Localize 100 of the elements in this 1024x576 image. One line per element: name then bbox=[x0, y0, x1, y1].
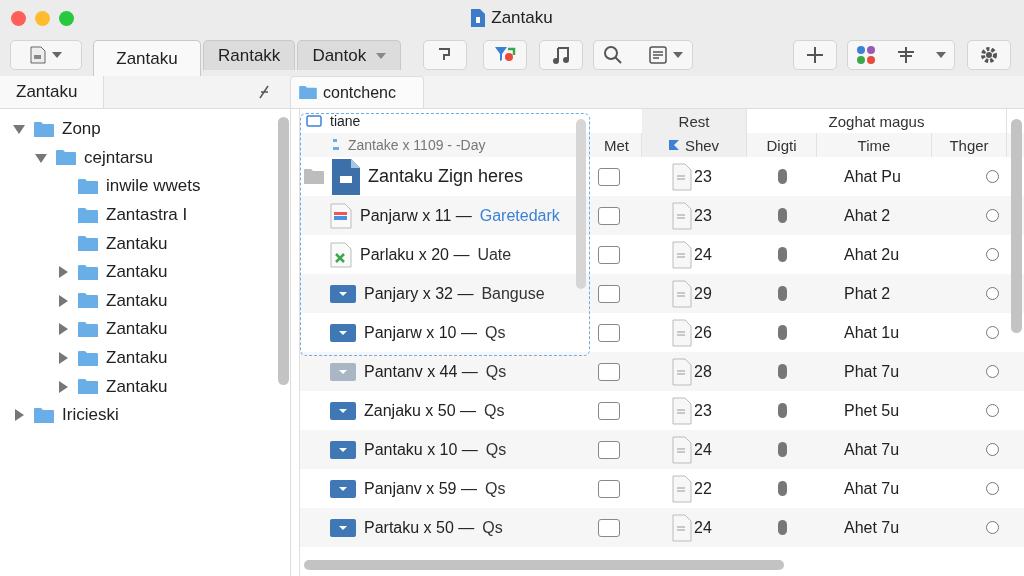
table-cell: Ahat 7u bbox=[844, 479, 900, 498]
add-button[interactable] bbox=[793, 40, 838, 70]
tree-item[interactable]: Zantaku bbox=[106, 290, 168, 311]
file-name[interactable]: Zanjaku x 50 — bbox=[364, 401, 477, 420]
tab[interactable]: Rantakk bbox=[203, 40, 296, 70]
tree-item[interactable]: Zantaku bbox=[106, 348, 168, 369]
table-cell: Ahat Pu bbox=[844, 167, 901, 186]
file-detail[interactable]: Qs bbox=[484, 323, 506, 342]
checkbox[interactable] bbox=[598, 323, 620, 342]
checkbox[interactable] bbox=[598, 167, 620, 186]
table-cell: Phat 7u bbox=[844, 362, 900, 381]
radio-button[interactable] bbox=[986, 248, 999, 261]
tab[interactable]: Dantok bbox=[297, 40, 402, 70]
file-detail[interactable]: Qs bbox=[484, 479, 506, 498]
filter-button[interactable] bbox=[483, 40, 528, 70]
radio-button[interactable] bbox=[986, 404, 999, 417]
status-pill-icon bbox=[777, 208, 787, 223]
collapsed-arrow-icon[interactable] bbox=[56, 379, 70, 394]
file-name[interactable]: Pantaku x 10 — bbox=[364, 440, 478, 459]
tree-item[interactable]: Zantaku bbox=[106, 262, 168, 283]
checkbox[interactable] bbox=[598, 362, 620, 381]
radio-button[interactable] bbox=[986, 521, 999, 534]
file-name[interactable]: Pantanv x 44 — bbox=[364, 362, 478, 381]
checkbox[interactable] bbox=[598, 479, 620, 498]
file-name[interactable]: Zantaku Zign heres bbox=[368, 166, 524, 187]
tree-item[interactable]: Zantastra I bbox=[106, 205, 188, 226]
table-cell: Ahat 2u bbox=[844, 245, 900, 264]
checkbox[interactable] bbox=[598, 206, 620, 225]
table-cell: 29 bbox=[694, 284, 712, 303]
apps-and-tools-button[interactable] bbox=[847, 40, 956, 70]
radio-button[interactable] bbox=[986, 443, 999, 456]
scrollbar[interactable] bbox=[1011, 119, 1022, 333]
checkbox[interactable] bbox=[598, 245, 620, 264]
tree-item[interactable]: Zantaku bbox=[106, 319, 168, 340]
file-name[interactable]: Panjarw x 10 — bbox=[364, 323, 477, 342]
collapsed-arrow-icon[interactable] bbox=[12, 408, 26, 423]
checkbox[interactable] bbox=[598, 440, 620, 459]
file-detail[interactable]: Qs bbox=[482, 518, 503, 537]
radio-button[interactable] bbox=[986, 170, 999, 183]
file-name[interactable]: Panjarw x 11 — bbox=[360, 206, 472, 225]
search-and-list-button[interactable] bbox=[593, 40, 694, 70]
close-button[interactable] bbox=[11, 10, 26, 26]
window-title: Zantaku bbox=[491, 8, 553, 28]
caret-icon bbox=[376, 52, 387, 59]
file-detail[interactable]: Garetedark bbox=[479, 206, 560, 225]
tree-item[interactable]: cejntarsu bbox=[84, 147, 153, 168]
apps-icon bbox=[856, 45, 877, 65]
music-note-icon bbox=[552, 45, 571, 65]
checkbox[interactable] bbox=[598, 401, 620, 420]
scrollbar[interactable] bbox=[278, 117, 289, 385]
tree-item[interactable]: Zantaku bbox=[106, 376, 168, 397]
checkbox[interactable] bbox=[598, 284, 620, 303]
scrollbar[interactable] bbox=[304, 560, 784, 570]
radio-button[interactable] bbox=[986, 209, 999, 222]
collapsed-arrow-icon[interactable] bbox=[56, 351, 70, 366]
music-button[interactable] bbox=[539, 40, 584, 70]
radio-button[interactable] bbox=[986, 365, 999, 378]
sort-icon bbox=[668, 140, 679, 150]
file-detail[interactable]: Qs bbox=[484, 401, 505, 420]
file-name[interactable]: Panjanv x 59 — bbox=[364, 479, 477, 498]
table-cell: Phat 2 bbox=[844, 284, 891, 303]
tree-item[interactable]: Zantaku bbox=[106, 233, 168, 254]
folder-icon bbox=[330, 517, 356, 538]
file-name[interactable]: Panjary x 32 — bbox=[364, 284, 474, 303]
tree-item[interactable]: inwile wwets bbox=[106, 176, 201, 197]
settings-button[interactable] bbox=[967, 40, 1012, 70]
collapsed-arrow-icon[interactable] bbox=[56, 322, 70, 337]
tree-item[interactable]: Iricieski bbox=[62, 405, 119, 426]
list-icon bbox=[332, 138, 340, 152]
file-detail[interactable]: Banguse bbox=[481, 284, 545, 303]
document-icon bbox=[672, 435, 692, 464]
sidebar-tab[interactable]: Zantaku bbox=[0, 76, 104, 108]
collapsed-arrow-icon[interactable] bbox=[56, 293, 70, 308]
radio-button[interactable] bbox=[986, 326, 999, 339]
document-icon bbox=[672, 162, 692, 191]
cross-icon bbox=[896, 46, 917, 64]
document-menu-button[interactable] bbox=[10, 40, 82, 70]
folder-icon bbox=[330, 400, 356, 421]
radio-button[interactable] bbox=[986, 482, 999, 495]
path-tab[interactable]: contchenc bbox=[290, 76, 424, 108]
radio-button[interactable] bbox=[986, 287, 999, 300]
table-cell: 24 bbox=[694, 440, 712, 459]
table-cell: Phet 5u bbox=[844, 401, 900, 420]
file-detail[interactable]: Qs bbox=[485, 440, 507, 459]
hook-button[interactable] bbox=[423, 40, 468, 70]
caret-icon bbox=[936, 52, 947, 58]
status-pill-icon bbox=[777, 325, 787, 340]
folder-icon bbox=[330, 361, 356, 382]
file-detail[interactable]: Qs bbox=[485, 362, 507, 381]
scrollbar[interactable] bbox=[576, 119, 586, 289]
collapsed-arrow-icon[interactable] bbox=[56, 265, 70, 280]
tree-item[interactable]: Zonp bbox=[62, 119, 101, 140]
file-detail[interactable]: Uate bbox=[477, 245, 512, 264]
checkbox[interactable] bbox=[598, 518, 620, 537]
column-group-header[interactable]: Rest bbox=[642, 109, 747, 133]
file-name[interactable]: Partaku x 50 — bbox=[364, 518, 475, 537]
pin-icon[interactable] bbox=[258, 85, 270, 99]
tab[interactable]: Zantaku bbox=[93, 40, 201, 76]
file-name[interactable]: Parlaku x 20 — bbox=[360, 245, 470, 264]
column-header[interactable]: Shev bbox=[642, 133, 747, 157]
